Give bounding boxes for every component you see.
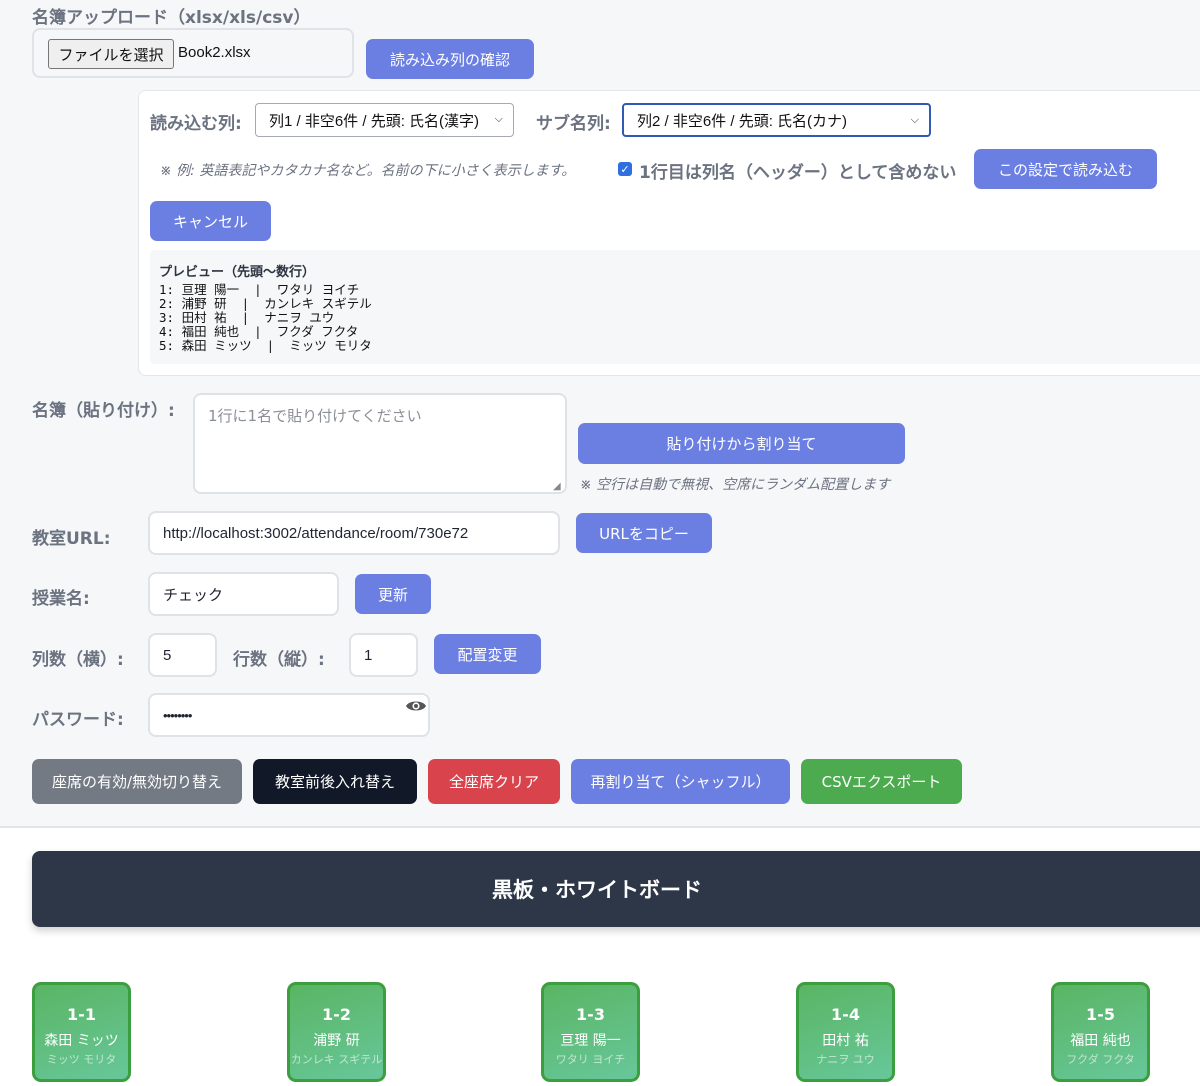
seat-id: 1-1 — [67, 1005, 96, 1024]
read-column-select[interactable]: 列1 / 非空6件 / 先頭: 氏名(漢字) ⌵ — [255, 103, 514, 137]
cancel-button[interactable]: キャンセル — [150, 201, 271, 241]
seat-name: 福田 純也 — [1070, 1033, 1131, 1049]
swap-front-back-button[interactable]: 教室前後入れ替え — [253, 759, 417, 804]
seat-card[interactable]: 1-2 浦野 研 カンレキ スギテル — [287, 982, 386, 1082]
seat-card[interactable]: 1-1 森田 ミッツ ミッツ モリタ — [32, 982, 131, 1082]
seat-name: 亘理 陽一 — [560, 1033, 621, 1049]
file-name: Book2.xlsx — [178, 44, 251, 61]
seat-sub-name: ミッツ モリタ — [46, 1053, 117, 1066]
class-name-label: 授業名: — [32, 589, 90, 609]
seat-sub-name: ワタリ ヨイチ — [555, 1053, 626, 1066]
rows-label: 行数（縦）: — [233, 650, 325, 670]
copy-url-button[interactable]: URLをコピー — [576, 513, 712, 553]
read-column-value: 列1 / 非空6件 / 先頭: 氏名(漢字) — [269, 112, 480, 130]
clear-all-seats-button[interactable]: 全座席クリア — [428, 759, 560, 804]
seat-id: 1-5 — [1086, 1005, 1115, 1024]
paste-label: 名簿（貼り付け）: — [32, 401, 175, 421]
check-icon: ✓ — [620, 162, 630, 176]
room-url-field[interactable]: http://localhost:3002/attendance/room/73… — [148, 511, 560, 555]
sub-column-value: 列2 / 非空6件 / 先頭: 氏名(カナ) — [637, 112, 848, 130]
seat-card[interactable]: 1-5 福田 純也 フクダ フクタ — [1051, 982, 1150, 1082]
sub-column-label: サブ名列: — [536, 114, 611, 134]
seat-sub-name: フクダ フクタ — [1066, 1053, 1135, 1066]
resize-grip-icon[interactable]: ◢ — [553, 481, 561, 492]
preview-title: プレビュー（先頭〜数行） — [159, 265, 316, 280]
preview-line: 3: 田村 祐 | ナニヲ ユウ — [159, 310, 335, 325]
paste-textarea[interactable] — [193, 393, 567, 494]
sub-column-select[interactable]: 列2 / 非空6件 / 先頭: 氏名(カナ) ⌵ — [622, 103, 931, 137]
preview-line: 5: 森田 ミッツ | ミッツ モリタ — [159, 338, 372, 353]
seat-card[interactable]: 1-4 田村 祐 ナニヲ ユウ — [796, 982, 895, 1082]
update-class-button[interactable]: 更新 — [355, 574, 431, 614]
cols-label: 列数（横）: — [32, 650, 124, 670]
apply-layout-button[interactable]: 配置変更 — [434, 634, 541, 674]
csv-export-button[interactable]: CSVエクスポート — [801, 759, 962, 804]
upload-title: 名簿アップロード（xlsx/xls/csv） — [32, 8, 311, 28]
class-name-field[interactable]: チェック — [148, 572, 339, 616]
eye-icon[interactable] — [405, 698, 427, 714]
read-column-label: 読み込む列: — [150, 114, 242, 134]
preview-line: 4: 福田 純也 | フクダ フクタ — [159, 324, 359, 339]
seat-id: 1-4 — [831, 1005, 860, 1024]
file-upload-box[interactable]: ファイルを選択 Book2.xlsx — [32, 28, 354, 78]
toggle-seats-button[interactable]: 座席の有効/無効切り替え — [32, 759, 242, 804]
rows-input[interactable]: 1 — [349, 633, 418, 677]
seat-name: 田村 祐 — [822, 1033, 869, 1049]
paste-note: ※ 空行は自動で無視、空席にランダム配置します — [580, 477, 891, 493]
blackboard: 黒板・ホワイトボード — [32, 851, 1200, 927]
file-select-button[interactable]: ファイルを選択 — [48, 39, 174, 69]
preview-line: 2: 浦野 研 | カンレキ スギテル — [159, 296, 372, 311]
seat-id: 1-2 — [322, 1005, 351, 1024]
password-field[interactable]: •••••••• — [148, 693, 430, 737]
preview-box: プレビュー（先頭〜数行） 1: 亘理 陽一 | ワタリ ヨイチ 2: 浦野 研 … — [150, 250, 1200, 364]
chevron-down-icon: ⌵ — [494, 113, 503, 125]
preview-line: 1: 亘理 陽一 | ワタリ ヨイチ — [159, 282, 360, 297]
seat-sub-name: カンレキ スギテル — [290, 1053, 383, 1066]
chevron-down-icon: ⌵ — [910, 114, 919, 126]
seat-card[interactable]: 1-3 亘理 陽一 ワタリ ヨイチ — [541, 982, 640, 1082]
seat-sub-name: ナニヲ ユウ — [816, 1053, 875, 1066]
assign-from-paste-button[interactable]: 貼り付けから割り当て — [578, 423, 905, 464]
seat-id: 1-3 — [576, 1005, 605, 1024]
header-checkbox-label[interactable]: 1行目は列名（ヘッダー）として含めない — [639, 158, 956, 183]
seat-name: 浦野 研 — [313, 1033, 360, 1049]
cols-input[interactable]: 5 — [148, 633, 217, 677]
seat-name: 森田 ミッツ — [44, 1033, 119, 1049]
shuffle-button[interactable]: 再割り当て（シャッフル） — [571, 759, 790, 804]
password-label: パスワード: — [32, 710, 124, 730]
apply-settings-button[interactable]: この設定で読み込む — [974, 149, 1157, 189]
check-columns-button[interactable]: 読み込み列の確認 — [366, 39, 534, 79]
header-checkbox[interactable]: ✓ — [618, 162, 632, 176]
sub-column-note: ※ 例: 英語表記やカタカナ名など。名前の下に小さく表示します。 — [160, 163, 576, 179]
room-url-label: 教室URL: — [32, 529, 111, 549]
